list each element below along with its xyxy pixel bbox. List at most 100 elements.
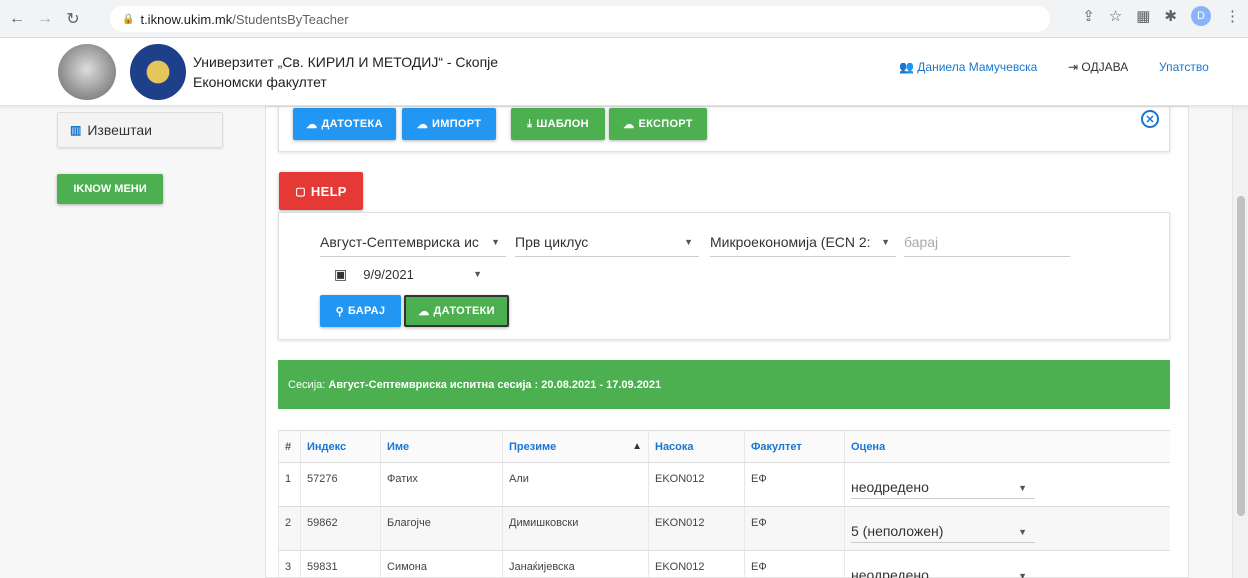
iknow-menu-button[interactable]: IKNOW МЕНИ bbox=[57, 174, 163, 204]
cloud-upload-icon: ☁ bbox=[416, 118, 429, 131]
profile-avatar[interactable]: D bbox=[1191, 6, 1211, 26]
col-header-num: # bbox=[278, 430, 301, 463]
col-header-grade[interactable]: Оцена bbox=[844, 430, 1170, 463]
file-button[interactable]: ☁ ДАТОТЕКА bbox=[293, 108, 396, 140]
files-button-label: ДАТОТЕКИ bbox=[433, 305, 495, 317]
close-icon[interactable]: ✕ bbox=[1141, 110, 1159, 128]
grade-select-value: неодредено bbox=[851, 479, 929, 495]
caret-down-icon: ▼ bbox=[1018, 483, 1027, 493]
files-button[interactable]: ☁ ДАТОТЕКИ bbox=[404, 295, 509, 327]
cloud-upload-icon: ☁ bbox=[418, 305, 430, 318]
export-button[interactable]: ☁ ЕКСПОРТ bbox=[609, 108, 707, 140]
help-square-icon: ▢ bbox=[295, 185, 306, 198]
university-title: Универзитет „Св. КИРИЛ И МЕТОДИЈ“ - Скоп… bbox=[193, 54, 499, 70]
subject-select[interactable]: Микроекономија (ECN 2: ▼ bbox=[710, 227, 896, 257]
browser-toolbar: ← → ↻ 🔒 t.iknow.ukim.mk/StudentsByTeache… bbox=[0, 0, 1248, 38]
grade-select[interactable]: 5 (неположен) ▼ bbox=[851, 517, 1035, 543]
sidebar-item-label: Извештаи bbox=[87, 122, 152, 138]
cell-track: EKON012 bbox=[648, 506, 745, 551]
col-header-track[interactable]: Насока bbox=[648, 430, 745, 463]
caret-down-icon: ▼ bbox=[1018, 571, 1027, 578]
session-select[interactable]: Август-Септемвриска ис ▼ bbox=[320, 227, 506, 257]
template-button-label: ШАБЛОН bbox=[536, 118, 589, 130]
caret-down-icon: ▼ bbox=[1018, 527, 1027, 537]
template-button[interactable]: ⤓ ШАБЛОН bbox=[511, 108, 605, 140]
caret-down-icon: ▼ bbox=[491, 237, 500, 247]
date-value: 9/9/2021 bbox=[363, 266, 414, 282]
cell-grade: неодредено ▼ bbox=[844, 550, 1170, 578]
logout-label: ОДЈАВА bbox=[1081, 60, 1129, 74]
caret-down-icon: ▼ bbox=[684, 237, 693, 247]
cell-faculty: ЕФ bbox=[744, 506, 845, 551]
table-row: 1 57276 Фатих Али EKON012 ЕФ неодредено ▼ bbox=[278, 462, 1170, 507]
export-button-label: ЕКСПОРТ bbox=[638, 118, 693, 130]
session-prefix: Сесија: bbox=[288, 378, 326, 391]
extension-icon[interactable]: ▦ bbox=[1136, 7, 1150, 25]
share-icon[interactable]: ⇪ bbox=[1082, 7, 1095, 25]
back-arrow-icon[interactable]: ← bbox=[6, 8, 28, 30]
scrollbar-thumb[interactable] bbox=[1237, 196, 1245, 516]
cell-index: 59831 bbox=[300, 550, 381, 578]
user-add-icon: 👥 bbox=[899, 60, 914, 74]
university-logo bbox=[58, 44, 116, 100]
cell-last-name: Али bbox=[502, 462, 649, 507]
page-scrollbar[interactable] bbox=[1232, 106, 1248, 578]
sort-up-icon[interactable]: ▲ bbox=[632, 441, 642, 452]
cell-grade: неодредено ▼ bbox=[844, 462, 1170, 507]
sidebar-item-reports[interactable]: ▥ Извештаи bbox=[57, 112, 223, 148]
cycle-select[interactable]: Прв циклус ▼ bbox=[515, 227, 699, 257]
subject-select-value: Микроекономија (ECN 2: bbox=[710, 233, 871, 250]
search-button[interactable]: ⚲ БАРАЈ bbox=[320, 295, 401, 327]
session-select-value: Август-Септемвриска ис bbox=[320, 233, 479, 250]
help-button-label: HELP bbox=[310, 183, 347, 199]
search-icon: ⚲ bbox=[335, 305, 344, 318]
cloud-icon: ☁ bbox=[306, 118, 318, 131]
col-header-last-name[interactable]: Презиме ▲ bbox=[502, 430, 649, 463]
forward-arrow-icon[interactable]: → bbox=[34, 8, 56, 30]
cell-track: EKON012 bbox=[648, 462, 745, 507]
help-button[interactable]: ▢ HELP bbox=[279, 172, 363, 210]
guide-link[interactable]: Упатство bbox=[1159, 60, 1209, 74]
bar-chart-icon: ▥ bbox=[70, 123, 82, 137]
cell-index: 57276 bbox=[300, 462, 381, 507]
cell-num: 1 bbox=[278, 462, 301, 507]
search-input[interactable] bbox=[904, 227, 1070, 257]
cycle-select-value: Прв циклус bbox=[515, 233, 589, 250]
session-value: Август-Септемвриска испитна сесија : 20.… bbox=[328, 378, 662, 391]
cell-faculty: ЕФ bbox=[744, 550, 845, 578]
puzzle-icon[interactable]: ✱ bbox=[1164, 7, 1177, 25]
col-header-faculty[interactable]: Факултет bbox=[744, 430, 845, 463]
import-button[interactable]: ☁ ИМПОРТ bbox=[402, 108, 496, 140]
cell-first-name: Благојче bbox=[380, 506, 503, 551]
menu-dots-icon[interactable]: ⋮ bbox=[1225, 7, 1240, 25]
cell-num: 2 bbox=[278, 506, 301, 551]
cell-last-name: Димишковски bbox=[502, 506, 649, 551]
grade-select[interactable]: неодредено ▼ bbox=[851, 561, 1035, 578]
students-table: # Индекс Име Презиме ▲ Насока Факултет Оц… bbox=[278, 430, 1170, 578]
cell-first-name: Фатих bbox=[380, 462, 503, 507]
grade-select-value: неодредено bbox=[851, 567, 929, 578]
user-link[interactable]: 👥 Даниела Мамучевска bbox=[899, 60, 1037, 74]
lock-icon: 🔒 bbox=[122, 13, 135, 25]
grade-select[interactable]: неодредено ▼ bbox=[851, 473, 1035, 499]
caret-down-icon: ▼ bbox=[473, 269, 482, 279]
reload-icon[interactable]: ↻ bbox=[62, 8, 84, 30]
logout-icon: ⇥ bbox=[1068, 60, 1079, 74]
file-button-label: ДАТОТЕКА bbox=[321, 118, 383, 130]
address-bar[interactable]: 🔒 t.iknow.ukim.mk/StudentsByTeacher bbox=[110, 6, 1050, 32]
url-host: t.iknow.ukim.mk bbox=[140, 11, 233, 27]
col-header-index[interactable]: Индекс bbox=[300, 430, 381, 463]
faculty-logo bbox=[130, 44, 186, 100]
session-banner: Сесија: Август-Септемвриска испитна сеси… bbox=[278, 360, 1170, 409]
caret-down-icon: ▼ bbox=[881, 237, 890, 247]
logout-link[interactable]: ⇥ ОДЈАВА bbox=[1068, 60, 1128, 74]
col-header-first-name[interactable]: Име bbox=[380, 430, 503, 463]
grade-select-value: 5 (неположен) bbox=[851, 523, 944, 539]
url-path: /StudentsByTeacher bbox=[232, 11, 349, 27]
download-icon: ⤓ bbox=[527, 117, 533, 130]
star-icon[interactable]: ☆ bbox=[1109, 7, 1122, 25]
date-picker[interactable]: ▣ 9/9/2021 ▼ bbox=[334, 259, 494, 289]
cell-last-name: Јанаќијевска bbox=[502, 550, 649, 578]
table-row: 2 59862 Благојче Димишковски EKON012 ЕФ … bbox=[278, 506, 1170, 551]
cell-num: 3 bbox=[278, 550, 301, 578]
